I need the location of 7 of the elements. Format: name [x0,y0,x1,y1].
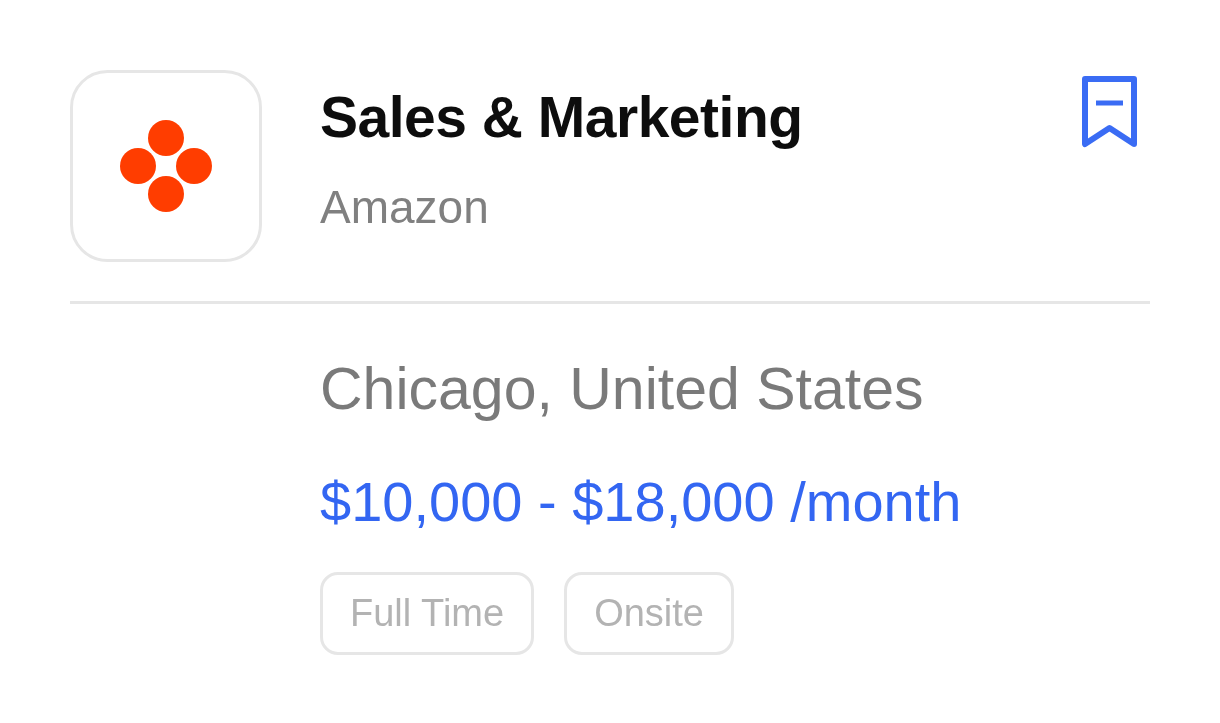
job-type-tag: Onsite [564,572,734,655]
job-location: Chicago, United States [320,360,925,419]
salary-range: $10,000 - $18,000 /month [320,474,963,530]
dots-logo-icon [70,70,262,262]
job-type-tag: Full Time [320,572,535,655]
company-name: Amazon [320,184,490,230]
bookmark-icon[interactable] [1082,76,1137,148]
